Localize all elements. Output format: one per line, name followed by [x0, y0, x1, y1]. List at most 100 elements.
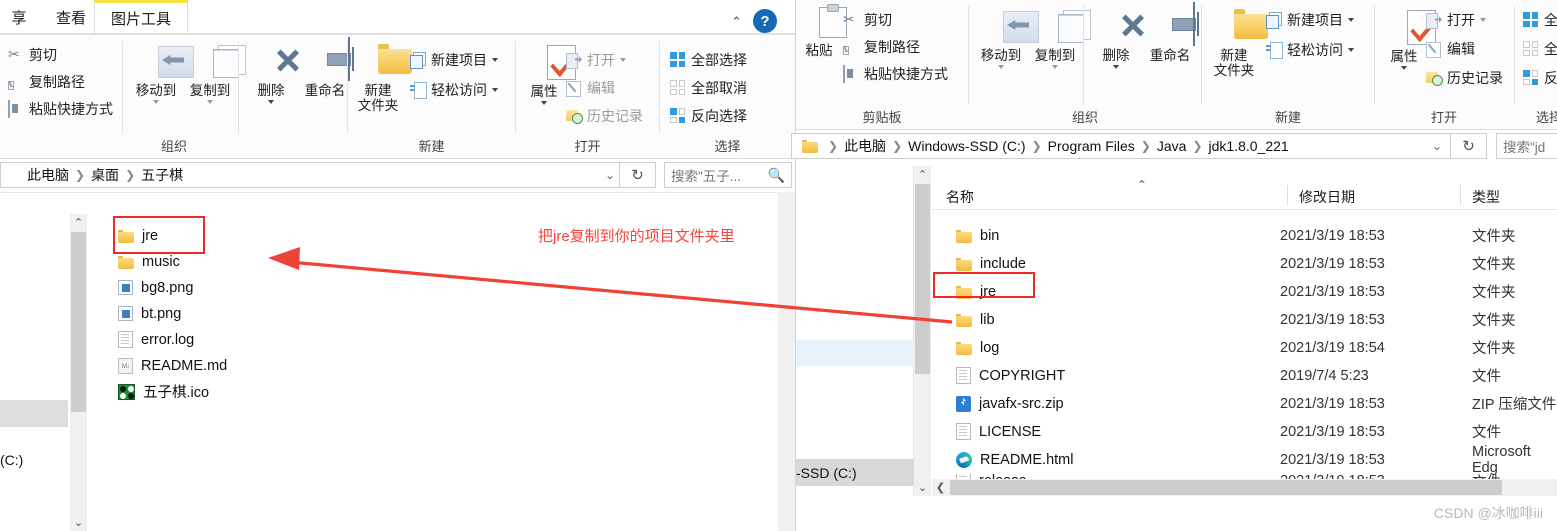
- breadcrumb-java[interactable]: Java: [1157, 138, 1187, 154]
- chevron-down-icon[interactable]: ⌄: [1432, 139, 1446, 153]
- breadcrumb-c-drive[interactable]: Windows-SSD (C:): [908, 138, 1025, 154]
- chevron-down-icon[interactable]: [541, 101, 547, 105]
- list-item[interactable]: bg8.png: [118, 274, 193, 301]
- list-item[interactable]: M↓ README.md: [118, 352, 227, 379]
- table-row[interactable]: lib 2021/3/19 18:53 文件夹: [932, 306, 1557, 333]
- scroll-down-arrow[interactable]: ⌄: [914, 479, 931, 496]
- chevron-down-icon[interactable]: [1480, 18, 1486, 22]
- cmd-select-none[interactable]: 全部: [1523, 37, 1557, 61]
- scrollbar-thumb[interactable]: [950, 480, 1502, 495]
- chevron-down-icon[interactable]: [998, 65, 1004, 69]
- table-row[interactable]: bin 2021/3/19 18:53 文件夹: [932, 222, 1557, 249]
- cmd-move-to[interactable]: 移动到: [973, 9, 1029, 69]
- cmd-select-all[interactable]: 全部: [1523, 8, 1557, 32]
- cmd-easy-access[interactable]: 轻松访问: [1266, 38, 1354, 62]
- cmd-open[interactable]: 打开: [566, 48, 643, 72]
- chevron-down-icon[interactable]: ⌄: [605, 168, 615, 182]
- cmd-new-item[interactable]: 新建项目: [1266, 8, 1354, 32]
- breadcrumb-this-pc[interactable]: 此电脑: [27, 165, 69, 185]
- breadcrumb-jdk[interactable]: jdk1.8.0_221: [1209, 138, 1289, 154]
- table-row[interactable]: LICENSE 2021/3/19 18:53 文件: [932, 418, 1557, 445]
- list-item[interactable]: error.log: [118, 326, 194, 353]
- chevron-down-icon[interactable]: [268, 100, 274, 104]
- left-refresh-button[interactable]: ↻: [620, 162, 656, 188]
- cmd-paste-shortcut[interactable]: 粘贴快捷方式: [843, 62, 948, 86]
- cmd-select-none[interactable]: 全部取消: [670, 76, 747, 100]
- nav-pane-drive-label[interactable]: -SSD (C:): [796, 459, 914, 486]
- chevron-down-icon[interactable]: [492, 88, 498, 92]
- cmd-cut[interactable]: ✂ 剪切: [8, 43, 113, 67]
- cmd-copy-path[interactable]: \\.. 复制路径: [8, 70, 113, 94]
- breadcrumb-this-pc[interactable]: 此电脑: [844, 136, 886, 156]
- right-search-input[interactable]: 搜索"jd: [1496, 133, 1557, 159]
- scrollbar-thumb[interactable]: [71, 232, 86, 412]
- column-header-name[interactable]: 名称: [946, 187, 974, 207]
- cmd-rename[interactable]: 重命名: [297, 44, 353, 98]
- right-nav-scrollbar[interactable]: ⌃ ⌄: [914, 166, 931, 496]
- nav-pane-drive-label[interactable]: (C:): [0, 452, 23, 468]
- scrollbar-thumb[interactable]: [779, 192, 794, 531]
- table-row[interactable]: javafx-src.zip 2021/3/19 18:53 ZIP 压缩文件: [932, 390, 1557, 417]
- breadcrumb-program-files[interactable]: Program Files: [1048, 138, 1135, 154]
- list-item[interactable]: bt.png: [118, 300, 181, 327]
- cmd-paste[interactable]: 粘贴: [791, 4, 847, 58]
- breadcrumb-desktop[interactable]: 桌面: [91, 165, 119, 185]
- nav-pane-selected-row[interactable]: [796, 340, 914, 366]
- help-icon[interactable]: ?: [753, 9, 777, 33]
- cmd-new-item[interactable]: 新建项目: [410, 48, 498, 72]
- list-item-selected[interactable]: 五子棋.ico: [118, 378, 209, 405]
- chevron-down-icon[interactable]: [1401, 66, 1407, 70]
- tab-picture-tools[interactable]: 图片工具: [94, 0, 188, 34]
- right-refresh-button[interactable]: ↻: [1451, 133, 1487, 159]
- scroll-up-arrow[interactable]: ⌃: [70, 214, 87, 231]
- table-row[interactable]: README.html 2021/3/19 18:53 Microsoft Ed…: [932, 444, 1557, 476]
- cmd-properties[interactable]: 属性: [1376, 10, 1432, 70]
- cmd-move-to[interactable]: 移动到: [128, 44, 184, 104]
- cmd-easy-access[interactable]: 轻松访问: [410, 78, 498, 102]
- cmd-paste-shortcut[interactable]: 粘贴快捷方式: [8, 97, 113, 121]
- table-row[interactable]: COPYRIGHT 2019/7/4 5:23 文件: [932, 362, 1557, 389]
- chevron-down-icon[interactable]: [1348, 48, 1354, 52]
- cmd-new-folder[interactable]: 新建 文件夹: [348, 44, 408, 113]
- collapse-ribbon-icon[interactable]: ⌃: [731, 14, 742, 30]
- cmd-copy-path[interactable]: \\.. 复制路径: [843, 35, 948, 59]
- left-address-bar[interactable]: 此电脑 ❯ 桌面 ❯ 五子棋 ⌄: [0, 162, 620, 188]
- column-divider[interactable]: [1287, 185, 1288, 205]
- scroll-left-arrow[interactable]: ❮: [932, 479, 949, 496]
- chevron-down-icon[interactable]: [620, 58, 626, 62]
- left-nav-scrollbar[interactable]: ⌃ ⌄: [70, 214, 87, 531]
- cmd-edit[interactable]: 编辑: [1426, 37, 1503, 61]
- cmd-history[interactable]: 历史记录: [566, 104, 643, 128]
- right-horizontal-scrollbar[interactable]: ❮: [932, 479, 1557, 496]
- left-search-input[interactable]: 搜索"五子... 🔍: [664, 162, 792, 188]
- chevron-down-icon[interactable]: [153, 100, 159, 104]
- nav-pane-hover-row[interactable]: [0, 400, 68, 427]
- cmd-copy-to[interactable]: 复制到: [1027, 9, 1083, 69]
- chevron-down-icon[interactable]: [492, 58, 498, 62]
- column-divider[interactable]: [1460, 185, 1461, 205]
- cmd-cut[interactable]: ✂ 剪切: [843, 8, 948, 32]
- column-header-type[interactable]: 类型: [1472, 187, 1500, 207]
- cmd-edit[interactable]: 编辑: [566, 76, 643, 100]
- scrollbar-thumb[interactable]: [915, 184, 930, 374]
- column-header-date[interactable]: 修改日期: [1299, 187, 1355, 207]
- table-row[interactable]: log 2021/3/19 18:54 文件夹: [932, 334, 1557, 361]
- breadcrumb-gomoku[interactable]: 五子棋: [141, 165, 183, 185]
- chevron-down-icon[interactable]: [1348, 18, 1354, 22]
- cmd-open[interactable]: 打开: [1426, 8, 1503, 32]
- cmd-delete[interactable]: 删除: [243, 44, 299, 104]
- cmd-select-all[interactable]: 全部选择: [670, 48, 747, 72]
- cmd-invert-selection[interactable]: 反向选择: [670, 104, 747, 128]
- scroll-down-arrow[interactable]: ⌄: [70, 514, 87, 531]
- scroll-up-arrow[interactable]: ⌃: [914, 166, 931, 183]
- cmd-delete[interactable]: 删除: [1088, 9, 1144, 69]
- cmd-invert-selection[interactable]: 反向: [1523, 66, 1557, 90]
- cmd-history[interactable]: 历史记录: [1426, 66, 1503, 90]
- chevron-down-icon[interactable]: [1052, 65, 1058, 69]
- tab-view[interactable]: 查看: [42, 0, 100, 34]
- cmd-rename[interactable]: 重命名: [1142, 9, 1198, 63]
- cmd-new-folder[interactable]: 新建 文件夹: [1204, 9, 1264, 78]
- tab-share[interactable]: 享: [0, 0, 42, 34]
- right-address-bar[interactable]: ❯ 此电脑 ❯ Windows-SSD (C:) ❯ Program Files…: [791, 133, 1451, 159]
- cmd-properties[interactable]: 属性: [516, 45, 572, 105]
